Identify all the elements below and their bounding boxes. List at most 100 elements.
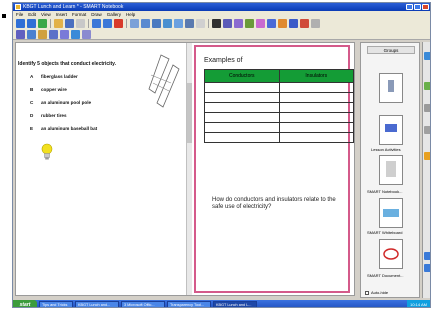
toolbar-options-icon[interactable] bbox=[196, 19, 205, 28]
table-cell[interactable] bbox=[204, 122, 280, 133]
redo-icon[interactable] bbox=[103, 19, 112, 28]
previous-page-icon[interactable] bbox=[424, 252, 430, 260]
menu-help[interactable]: Help bbox=[126, 12, 135, 17]
menu-edit[interactable]: Edit bbox=[28, 12, 36, 17]
answer-item[interactable]: Bcopper wire bbox=[30, 87, 97, 100]
add-page-icon[interactable] bbox=[38, 19, 47, 28]
undo-icon[interactable] bbox=[92, 19, 101, 28]
scrollbar-thumb[interactable] bbox=[187, 83, 192, 143]
attachments-tab-icon[interactable] bbox=[424, 104, 430, 112]
shape-recognition-icon[interactable] bbox=[27, 29, 36, 39]
table-row[interactable] bbox=[204, 132, 354, 143]
menu-view[interactable]: View bbox=[41, 12, 51, 17]
save-icon[interactable] bbox=[65, 19, 74, 28]
pen-icon[interactable] bbox=[223, 19, 232, 28]
autohide-checkbox[interactable] bbox=[365, 290, 369, 295]
autohide-option[interactable]: Auto-hide bbox=[365, 290, 388, 295]
text-icon[interactable] bbox=[300, 19, 309, 28]
delete-icon[interactable] bbox=[114, 19, 123, 28]
page-thumbnail[interactable] bbox=[379, 155, 403, 185]
answer-item[interactable]: Ean aluminum baseball bat bbox=[30, 126, 97, 139]
page-thumbnail[interactable] bbox=[379, 73, 403, 103]
groups-header[interactable]: Groups bbox=[367, 46, 415, 54]
table-cell[interactable] bbox=[204, 132, 280, 143]
table-row[interactable] bbox=[204, 102, 354, 113]
table-cell[interactable] bbox=[278, 132, 354, 143]
taskbar-item[interactable]: 3 Microsoft Offic... bbox=[121, 301, 165, 307]
thumbnail-label: SMART Notebook... bbox=[367, 189, 403, 194]
select-icon[interactable] bbox=[212, 19, 221, 28]
table-cell[interactable] bbox=[278, 102, 354, 113]
vertical-scrollbar[interactable] bbox=[186, 43, 192, 295]
back-icon[interactable] bbox=[16, 19, 25, 28]
page-thumbnail[interactable] bbox=[379, 115, 403, 145]
answer-item[interactable]: Can aluminum pool pole bbox=[30, 100, 97, 113]
full-screen-icon[interactable] bbox=[141, 19, 150, 28]
menu-draw[interactable]: Draw bbox=[91, 12, 102, 17]
table-icon[interactable] bbox=[174, 19, 183, 28]
minimize-button[interactable] bbox=[406, 4, 413, 10]
taskbar-item[interactable]: KBGT Lunch and... bbox=[75, 301, 119, 307]
taskbar-item[interactable]: Transparency Tool... bbox=[167, 301, 211, 307]
start-button[interactable]: start bbox=[13, 300, 37, 307]
answer-list: Afiberglass ladder Bcopper wire Can alum… bbox=[30, 74, 97, 139]
taskbar-item[interactable]: Tips and Tricks bbox=[39, 301, 73, 307]
fill-bucket-icon[interactable] bbox=[38, 29, 47, 39]
menu-file[interactable]: File bbox=[16, 12, 23, 17]
page-thumbnail[interactable] bbox=[379, 239, 403, 269]
capture-icon[interactable] bbox=[163, 19, 172, 28]
table-cell[interactable] bbox=[204, 112, 280, 123]
paste-icon[interactable] bbox=[76, 19, 85, 28]
table-cell[interactable] bbox=[278, 122, 354, 133]
clock[interactable]: 10:14 AM bbox=[410, 302, 427, 307]
answer-item[interactable]: Drubber tires bbox=[30, 113, 97, 126]
eraser-icon[interactable] bbox=[256, 19, 265, 28]
table-cell[interactable] bbox=[204, 92, 280, 103]
table-cell[interactable] bbox=[278, 112, 354, 123]
table-row[interactable] bbox=[204, 122, 354, 133]
title-bar: KBGT Lunch and Learn * - SMART Notebook bbox=[13, 3, 430, 11]
whiteboard-area[interactable]: Identify 5 objects that conduct electric… bbox=[15, 42, 355, 296]
menu-gallery[interactable]: Gallery bbox=[107, 12, 121, 17]
table-cell[interactable] bbox=[278, 82, 354, 93]
screen-shade-icon[interactable] bbox=[130, 19, 139, 28]
line-properties-icon[interactable] bbox=[60, 29, 69, 39]
table-row[interactable] bbox=[204, 112, 354, 123]
slide-bullet bbox=[2, 14, 6, 18]
forward-icon[interactable] bbox=[27, 19, 36, 28]
menu-format[interactable]: Format bbox=[72, 12, 86, 17]
table-cell[interactable] bbox=[204, 102, 280, 113]
open-icon[interactable] bbox=[54, 19, 63, 28]
menu-insert[interactable]: Insert bbox=[56, 12, 67, 17]
close-button[interactable] bbox=[422, 4, 429, 10]
system-tray: 10:14 AM bbox=[407, 300, 430, 307]
fill-icon[interactable] bbox=[311, 19, 320, 28]
smart-notebook-icon bbox=[15, 4, 21, 10]
addons-tab-icon[interactable] bbox=[424, 152, 430, 160]
document-camera-icon[interactable] bbox=[185, 19, 194, 28]
properties-icon[interactable] bbox=[71, 29, 80, 39]
taskbar-item-active[interactable]: KBGT Lunch and L... bbox=[213, 301, 257, 307]
table-cell[interactable] bbox=[204, 82, 280, 93]
shapes-icon[interactable] bbox=[278, 19, 287, 28]
highlighter-icon[interactable] bbox=[245, 19, 254, 28]
page-sorter-tab-icon[interactable] bbox=[424, 52, 430, 60]
dual-page-icon[interactable] bbox=[152, 19, 161, 28]
table-cell[interactable] bbox=[278, 92, 354, 103]
formula-icon[interactable] bbox=[16, 29, 25, 39]
table-row[interactable] bbox=[204, 82, 354, 93]
answer-item[interactable]: Afiberglass ladder bbox=[30, 74, 97, 87]
magic-pen-icon[interactable] bbox=[289, 19, 298, 28]
next-page-icon[interactable] bbox=[424, 264, 430, 272]
properties-tab-icon[interactable] bbox=[424, 126, 430, 134]
creative-pen-icon[interactable] bbox=[234, 19, 243, 28]
page-thumbnail[interactable] bbox=[379, 198, 403, 228]
table-row[interactable] bbox=[204, 92, 354, 103]
move-toolbar-icon[interactable] bbox=[82, 29, 91, 39]
conductors-table[interactable]: Conductors Insulators bbox=[204, 69, 354, 143]
font-icon[interactable] bbox=[49, 29, 58, 39]
gallery-tab-icon[interactable] bbox=[424, 82, 430, 90]
maximize-button[interactable] bbox=[414, 4, 421, 10]
line-icon[interactable] bbox=[267, 19, 276, 28]
sketch-drawing bbox=[148, 54, 180, 108]
